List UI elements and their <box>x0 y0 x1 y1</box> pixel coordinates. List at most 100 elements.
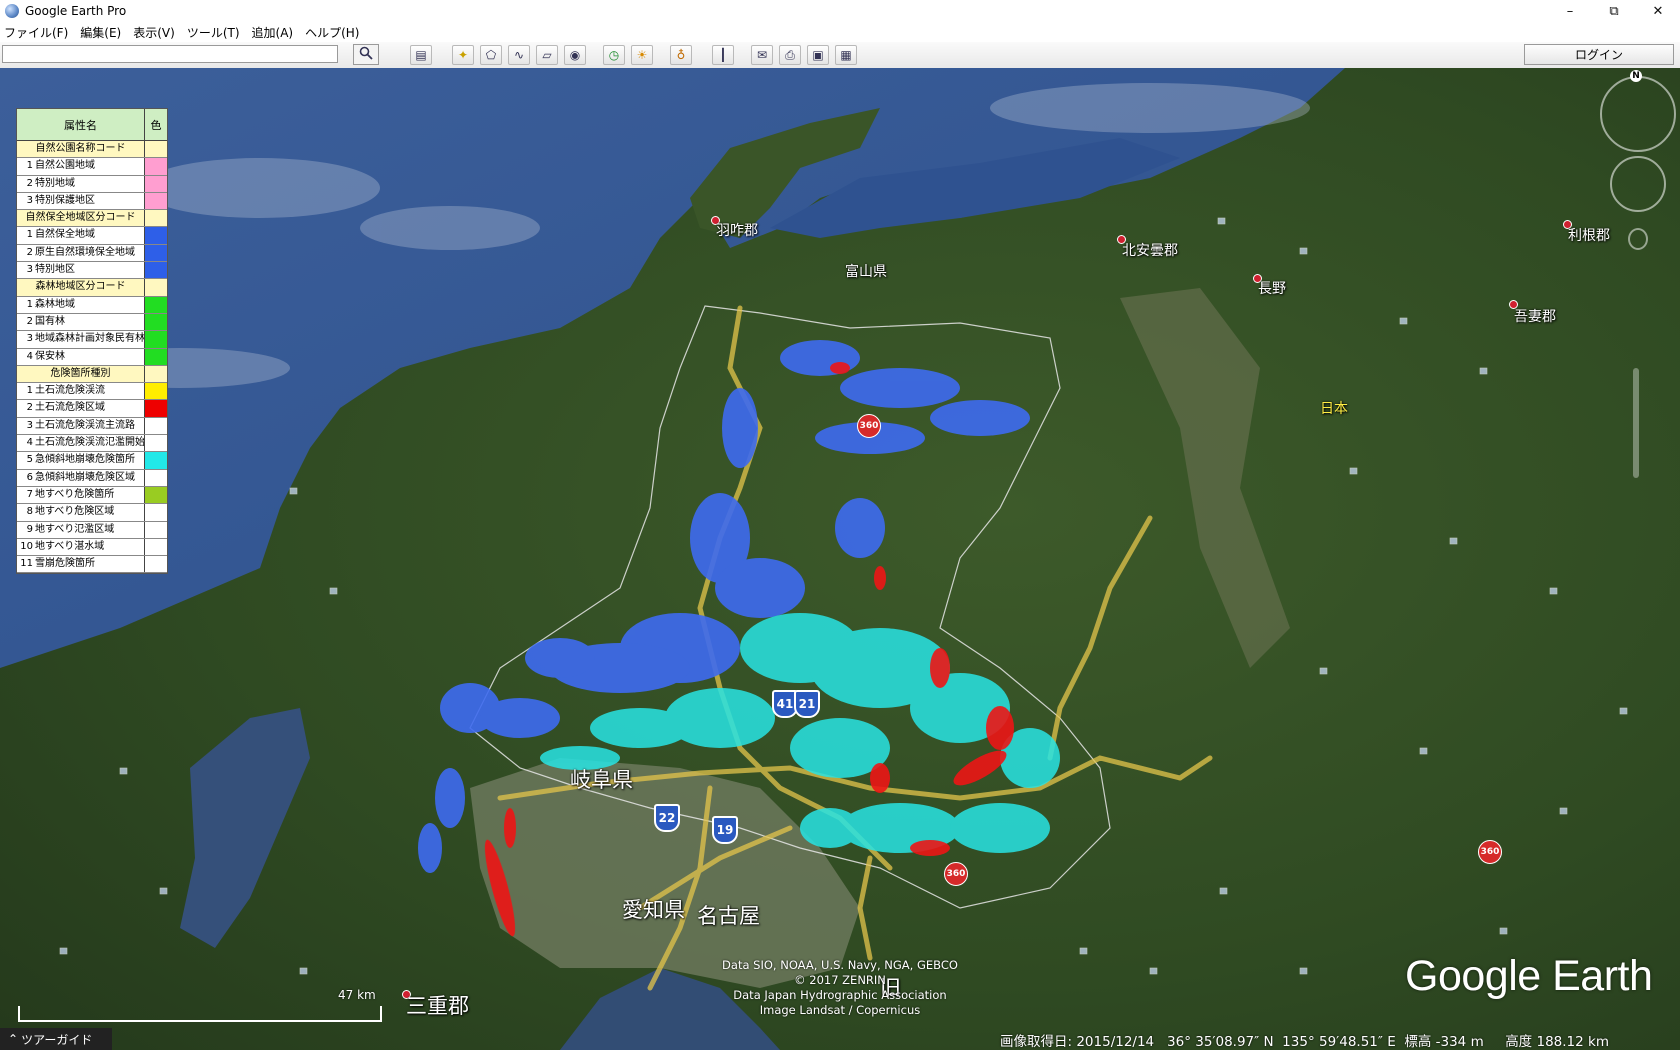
add-overlay-button[interactable]: ▱ <box>536 45 558 65</box>
legend-item-index: 4 <box>26 350 33 362</box>
legend-item-label: 森林地域区分コード <box>17 279 145 296</box>
legend-item-index: 9 <box>26 523 33 535</box>
satellite-imagery <box>0 68 1680 1050</box>
legend-header: 属性名 色 <box>17 109 167 141</box>
legend-item-label: 急傾斜地崩壊危険箇所 <box>35 452 145 469</box>
legend-item-label: 自然保全地域区分コード <box>17 210 145 227</box>
legend-item-row: 6 急傾斜地崩壊危険区域 <box>17 469 167 487</box>
attribution: Data SIO, NOAA, U.S. Navy, NGA, GEBCO © … <box>700 958 980 1018</box>
legend-item-index: 10 <box>20 540 33 552</box>
legend-item-row: 2 特別地域 <box>17 175 167 193</box>
legend-item-label: 土石流危険区域 <box>35 400 145 417</box>
legend-item-label: 特別地域 <box>35 175 145 192</box>
legend-item-index: 7 <box>26 488 33 500</box>
add-placemark-button[interactable]: ✦ <box>452 45 474 65</box>
legend-item-row: 2 原生自然環境保全地域 <box>17 244 167 263</box>
compass-ring[interactable] <box>1600 76 1676 152</box>
legend-item-label: 地すべり氾濫区域 <box>35 521 145 538</box>
menu-bar: ファイル(F) 編集(E) 表示(V) ツール(T) 追加(A) ヘルプ(H) <box>0 22 1680 42</box>
legend-item-label: 特別保護地区 <box>35 192 145 210</box>
record-tour-button[interactable]: ◉ <box>564 45 586 65</box>
legend-item-row: 10 地すべり湛水域 <box>17 538 167 557</box>
place-mie: 三重郡 <box>406 994 469 1018</box>
attribution-line: © 2017 ZENRIN <box>794 973 886 987</box>
place-agatsuma: 吾妻郡 <box>1514 309 1556 325</box>
ruler-button[interactable]: ┃ <box>712 45 734 65</box>
print-button[interactable]: ⎙ <box>779 45 801 65</box>
menu-tools[interactable]: ツール(T) <box>187 24 240 41</box>
pan-control[interactable] <box>1610 156 1666 212</box>
legend-color-swatch <box>145 538 167 556</box>
login-button[interactable]: ログイン <box>1524 44 1674 65</box>
search-input[interactable] <box>2 45 338 63</box>
legend-color-swatch <box>145 158 167 175</box>
legend-item-label: 雪崩危険箇所 <box>35 556 145 573</box>
legend-item-row: 1 自然公園地域 <box>17 158 167 176</box>
save-image-button[interactable]: ▣ <box>807 45 829 65</box>
tour-guide-button[interactable]: ⌃ ツアーガイド <box>0 1028 112 1050</box>
close-button[interactable]: ✕ <box>1636 0 1680 22</box>
add-path-button[interactable]: ∿ <box>508 45 530 65</box>
sunlight-button[interactable]: ☀ <box>631 45 653 65</box>
legend-item-row: 9 地すべり氾濫区域 <box>17 521 167 539</box>
historical-imagery-button[interactable]: ◷ <box>603 45 625 65</box>
legend-item-index: 3 <box>26 419 33 431</box>
chevron-up-icon: ⌃ <box>8 1032 19 1046</box>
menu-add[interactable]: 追加(A) <box>252 24 294 41</box>
legend-item-row: 4 土石流危険渓流氾濫開始点 <box>17 435 167 453</box>
menu-file[interactable]: ファイル(F) <box>4 24 68 41</box>
place-japan: 日本 <box>1320 401 1348 417</box>
legend-item-row: 5 急傾斜地崩壊危険箇所 <box>17 452 167 470</box>
legend-item-row: 2 土石流危険区域 <box>17 400 167 418</box>
legend-item-index: 1 <box>26 229 33 241</box>
search-button[interactable] <box>353 44 379 65</box>
menu-edit[interactable]: 編集(E) <box>80 24 121 41</box>
legend-item-index: 1 <box>26 385 33 397</box>
email-button[interactable]: ✉ <box>751 45 773 65</box>
save-image-icon: ▣ <box>812 48 824 62</box>
legend-item-row: 1 土石流危険渓流 <box>17 383 167 401</box>
legend-color-swatch <box>145 313 167 331</box>
scale-label: 47 km <box>338 988 376 1002</box>
route-22-shield: 22 <box>654 804 680 832</box>
legend-color-swatch <box>145 469 167 486</box>
polygon-icon: ⬠ <box>485 48 497 62</box>
view-in-maps-button[interactable]: ▦ <box>835 45 857 65</box>
add-polygon-button[interactable]: ⬠ <box>480 45 502 65</box>
zoom-slider[interactable] <box>1633 368 1639 478</box>
legend-item-row: 11 雪崩危険箇所 <box>17 556 167 574</box>
view-in-maps-icon: ▦ <box>840 48 852 62</box>
route-360-marker: 360 <box>944 862 968 886</box>
street-view-icon[interactable] <box>1628 228 1648 250</box>
legend-item-label: 地すべり湛水域 <box>35 538 145 556</box>
legend-color-swatch <box>145 435 167 452</box>
legend-item-label: 自然公園地域 <box>35 158 145 175</box>
menu-help[interactable]: ヘルプ(H) <box>305 24 359 41</box>
place-aichi: 愛知県 <box>622 898 685 922</box>
place-nagoya: 名古屋 <box>697 904 760 928</box>
planet-switch-button[interactable]: ♁ <box>670 45 692 65</box>
latitude: 36° 35′08.97″ N <box>1167 1034 1274 1050</box>
imagery-date: 画像取得日: 2015/12/14 <box>1000 1034 1155 1050</box>
legend-item-index: 6 <box>26 471 33 483</box>
legend-color-swatch <box>145 244 167 262</box>
minimize-button[interactable]: – <box>1548 0 1592 22</box>
legend-item-label: 地すべり危険箇所 <box>35 486 145 504</box>
menu-view[interactable]: 表示(V) <box>133 24 175 41</box>
restore-button[interactable]: ⧉ <box>1592 0 1636 22</box>
window-title: Google Earth Pro <box>25 4 127 18</box>
legend-item-index: 11 <box>20 558 33 570</box>
route-360-marker: 360 <box>857 414 881 438</box>
legend-color-swatch <box>145 296 167 313</box>
legend-item-index: 3 <box>26 264 33 276</box>
legend-color-swatch <box>145 210 167 226</box>
tour-icon: ◉ <box>569 48 581 62</box>
window-controls: – ⧉ ✕ <box>1548 0 1680 22</box>
sidebar-toggle-button[interactable]: ▤ <box>410 45 432 65</box>
legend-item-label: 保安林 <box>35 348 145 365</box>
legend-item-label: 地すべり危険区域 <box>35 504 145 521</box>
map-view[interactable]: 羽咋郡 富山県 北安曇郡 長野 利根郡 吾妻郡 日本 岐阜県 愛知県 名古屋 三… <box>0 68 1680 1050</box>
legend-item-index: 8 <box>26 506 33 518</box>
legend-color-swatch <box>145 486 167 504</box>
north-indicator[interactable]: N <box>1630 70 1642 82</box>
